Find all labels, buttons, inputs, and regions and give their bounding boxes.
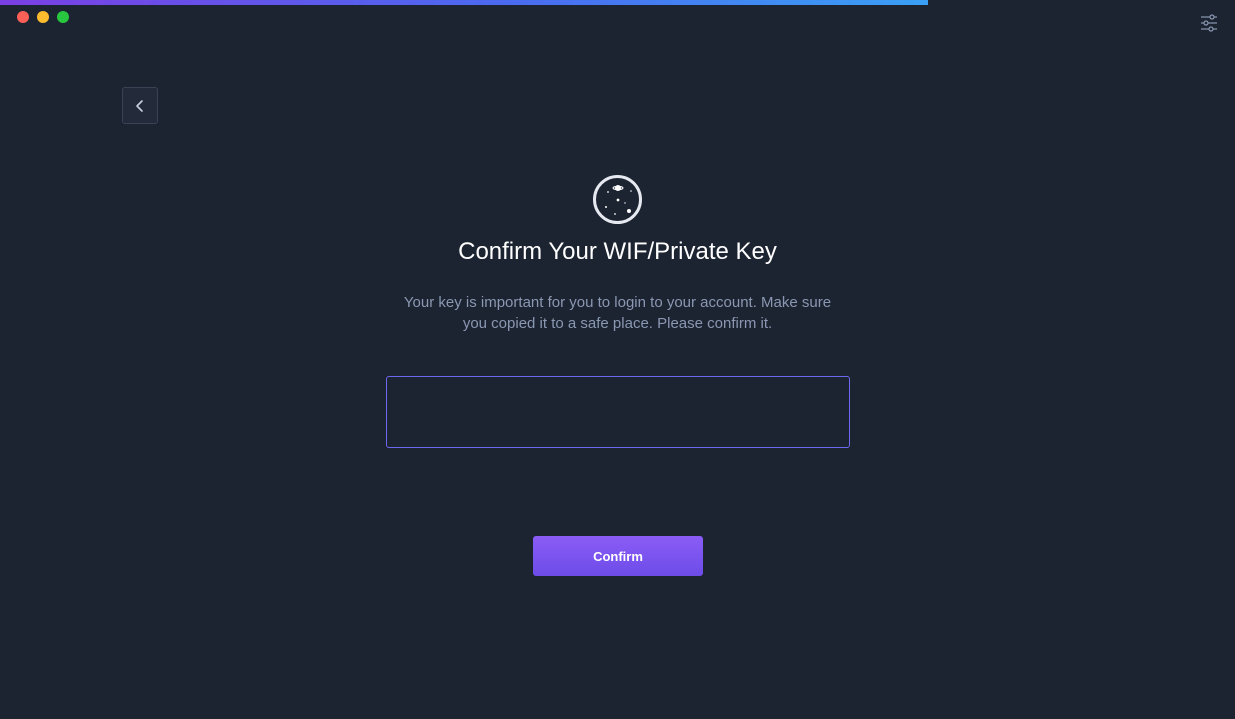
planet-logo-icon bbox=[593, 175, 642, 224]
settings-button[interactable] bbox=[1198, 12, 1220, 34]
minimize-window-button[interactable] bbox=[37, 11, 49, 23]
close-window-button[interactable] bbox=[17, 11, 29, 23]
back-button[interactable] bbox=[122, 87, 158, 124]
sliders-icon bbox=[1201, 14, 1217, 32]
private-key-input[interactable] bbox=[386, 376, 850, 448]
chevron-left-icon bbox=[136, 99, 143, 112]
progress-bar bbox=[0, 0, 928, 5]
window-controls bbox=[17, 11, 69, 23]
confirm-button[interactable]: Confirm bbox=[533, 536, 703, 576]
app-window: Confirm Your WIF/Private Key Your key is… bbox=[0, 0, 1235, 719]
page-title: Confirm Your WIF/Private Key bbox=[458, 238, 777, 265]
page-description: Your key is important for you to login t… bbox=[403, 294, 832, 332]
maximize-window-button[interactable] bbox=[57, 11, 69, 23]
